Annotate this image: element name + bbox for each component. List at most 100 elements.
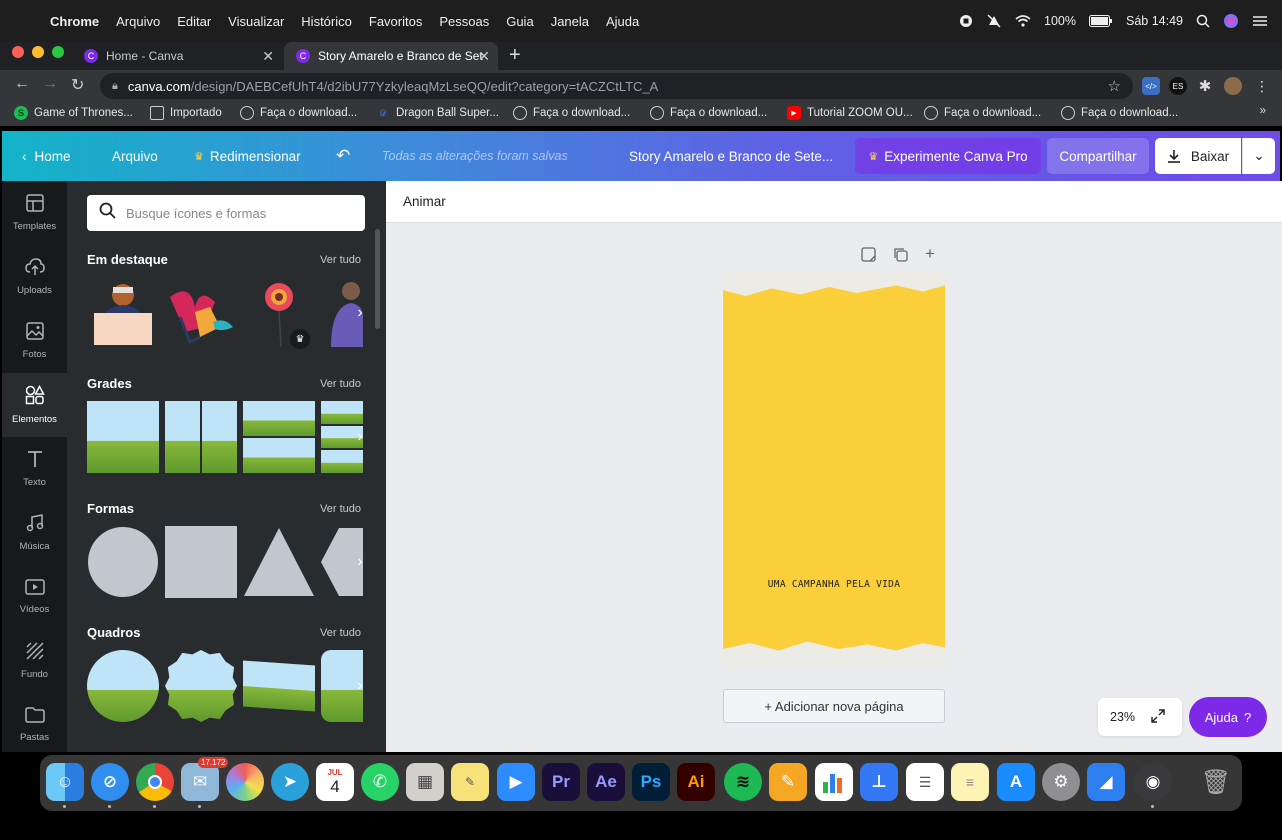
bookmark-item[interactable]: ▶ Tutorial ZOOM OU... — [787, 106, 913, 120]
grid-thumbnail[interactable] — [243, 401, 315, 473]
undo-icon[interactable]: ↶ — [336, 131, 350, 181]
grid-thumbnail[interactable] — [87, 401, 159, 473]
premiere-icon[interactable]: Pr — [542, 763, 580, 801]
spotify-icon[interactable]: ≋ — [724, 763, 762, 801]
grid-thumbnail[interactable] — [165, 401, 237, 473]
extension-es-icon[interactable]: ES — [1169, 77, 1187, 95]
menubar-clock[interactable]: Sáb 14:49 — [1126, 14, 1183, 28]
battery-icon[interactable] — [1089, 15, 1113, 27]
whatsapp-icon[interactable]: ✆ — [361, 763, 399, 801]
chevron-right-icon[interactable]: › — [351, 293, 369, 333]
extension-dev-icon[interactable]: </> — [1142, 77, 1160, 95]
safari-icon[interactable]: ⊘ — [91, 763, 129, 801]
pages-icon[interactable]: ✎ — [769, 763, 807, 801]
featured-element-thumbnail[interactable] — [87, 277, 159, 349]
share-button[interactable]: Compartilhar — [1047, 138, 1149, 174]
new-tab-icon[interactable]: + — [509, 44, 521, 67]
profile-avatar[interactable] — [1224, 77, 1242, 95]
photoshop-icon[interactable]: Ps — [632, 763, 670, 801]
see-all-grids-link[interactable]: Ver tudo — [320, 378, 361, 390]
try-pro-button[interactable]: ♛ Experimente Canva Pro — [855, 138, 1041, 174]
bookmark-item[interactable]: Faça o download... — [650, 106, 767, 120]
menu-favoritos[interactable]: Favoritos — [369, 14, 422, 29]
chevron-right-icon[interactable]: › — [351, 666, 369, 706]
help-button[interactable]: Ajuda ? — [1189, 697, 1267, 737]
panel-scrollbar[interactable] — [375, 229, 380, 329]
trash-icon[interactable]: 🗑︎ — [1197, 763, 1235, 801]
close-tab-icon[interactable]: ✕ — [262, 48, 274, 65]
bookmark-item[interactable]: Faça o download... — [924, 106, 1041, 120]
sidebar-item-videos[interactable]: Vídeos — [2, 565, 67, 629]
menu-pessoas[interactable]: Pessoas — [439, 14, 489, 29]
chrome-menu-icon[interactable]: ⋮ — [1253, 77, 1271, 95]
frame-thumbnail[interactable] — [243, 660, 315, 712]
sidebar-item-music[interactable]: Música — [2, 501, 67, 565]
sidebar-item-uploads[interactable]: Uploads — [2, 245, 67, 309]
menu-historico[interactable]: Histórico — [301, 14, 352, 29]
sidebar-item-background[interactable]: Fundo — [2, 629, 67, 693]
calendar-icon[interactable]: JUL 4 — [316, 763, 354, 801]
menu-guia[interactable]: Guia — [506, 14, 533, 29]
numbers-icon[interactable] — [815, 763, 853, 801]
see-all-shapes-link[interactable]: Ver tudo — [320, 503, 361, 515]
close-tab-icon[interactable]: ✕ — [478, 48, 490, 65]
calculator-icon[interactable]: ▦ — [406, 763, 444, 801]
featured-element-thumbnail[interactable] — [165, 277, 237, 349]
zoom-level[interactable]: 23% — [1110, 710, 1135, 724]
finder-icon[interactable]: ☺ — [46, 763, 84, 801]
bookmarks-overflow-icon[interactable]: » — [1260, 105, 1266, 117]
after-effects-icon[interactable]: Ae — [587, 763, 625, 801]
chevron-right-icon[interactable]: › — [351, 542, 369, 582]
extensions-puzzle-icon[interactable]: ✱ — [1196, 77, 1214, 95]
bookmark-item[interactable]: 𝒟 Dragon Ball Super... — [376, 106, 499, 120]
notes-icon[interactable]: ≡ — [951, 763, 989, 801]
page-notes-icon[interactable] — [861, 247, 876, 265]
wifi-icon[interactable] — [1015, 15, 1031, 27]
forward-icon[interactable]: → — [42, 75, 58, 93]
menu-editar[interactable]: Editar — [177, 14, 211, 29]
menu-ajuda[interactable]: Ajuda — [606, 14, 639, 29]
see-all-featured-link[interactable]: Ver tudo — [320, 254, 361, 266]
circle-shape[interactable] — [87, 526, 159, 598]
download-button[interactable]: Baixar — [1155, 138, 1241, 174]
bookmark-item[interactable]: S Game of Thrones... — [14, 106, 133, 120]
screen-tool-icon[interactable]: ◢ — [1087, 763, 1125, 801]
sidebar-item-folders[interactable]: Pastas — [2, 693, 67, 757]
keynote-icon[interactable]: ⊥ — [860, 763, 898, 801]
back-icon[interactable]: ← — [14, 75, 30, 93]
bookmark-folder[interactable]: Importado — [150, 106, 222, 120]
zoom-control[interactable]: 23% — [1098, 698, 1182, 736]
design-title[interactable]: Story Amarelo e Branco de Sete... — [629, 131, 833, 181]
square-shape[interactable] — [165, 526, 237, 598]
menu-janela[interactable]: Janela — [551, 14, 589, 29]
siri-icon[interactable] — [1223, 13, 1239, 29]
menu-app-name[interactable]: Chrome — [50, 14, 99, 29]
tab-story-design[interactable]: C Story Amarelo e Branco de Set ✕ — [284, 42, 498, 70]
bookmark-item[interactable]: Faça o download... — [240, 106, 357, 120]
sidebar-item-photos[interactable]: Fotos — [2, 309, 67, 373]
recording-app-icon[interactable]: ◉ — [1134, 763, 1172, 801]
chrome-icon[interactable] — [136, 763, 174, 801]
home-button[interactable]: ‹ Home — [22, 131, 71, 181]
story-design-page[interactable]: UMA CAMPANHA PELA VIDA — [723, 272, 945, 667]
bookmark-star-icon[interactable]: ☆ — [1108, 77, 1121, 95]
duplicate-page-icon[interactable] — [893, 247, 908, 265]
chevron-right-icon[interactable]: › — [351, 417, 369, 457]
torn-paper-top[interactable] — [723, 272, 945, 296]
download-options-button[interactable]: ⌄ — [1242, 138, 1275, 174]
address-bar[interactable]: 🔒︎ canva.com/design/DAEBCefUhT4/d2ibU77Y… — [100, 73, 1133, 99]
torn-paper-bottom[interactable] — [723, 641, 945, 667]
add-page-icon[interactable]: + — [925, 244, 935, 264]
triangle-shape[interactable] — [243, 526, 315, 598]
reload-icon[interactable]: ↻ — [71, 75, 84, 95]
sidebar-item-templates[interactable]: Templates — [2, 181, 67, 245]
notification-mute-icon[interactable] — [986, 14, 1002, 28]
frame-thumbnail[interactable] — [87, 650, 159, 722]
bookmark-item[interactable]: Faça o download... — [1061, 106, 1178, 120]
fullscreen-icon[interactable] — [1151, 708, 1165, 726]
telegram-icon[interactable]: ➤ — [271, 763, 309, 801]
see-all-frames-link[interactable]: Ver tudo — [320, 627, 361, 639]
system-preferences-icon[interactable]: ⚙ — [1042, 763, 1080, 801]
lock-icon[interactable]: 🔒︎ — [112, 80, 118, 93]
minimize-window-button[interactable] — [32, 46, 44, 58]
